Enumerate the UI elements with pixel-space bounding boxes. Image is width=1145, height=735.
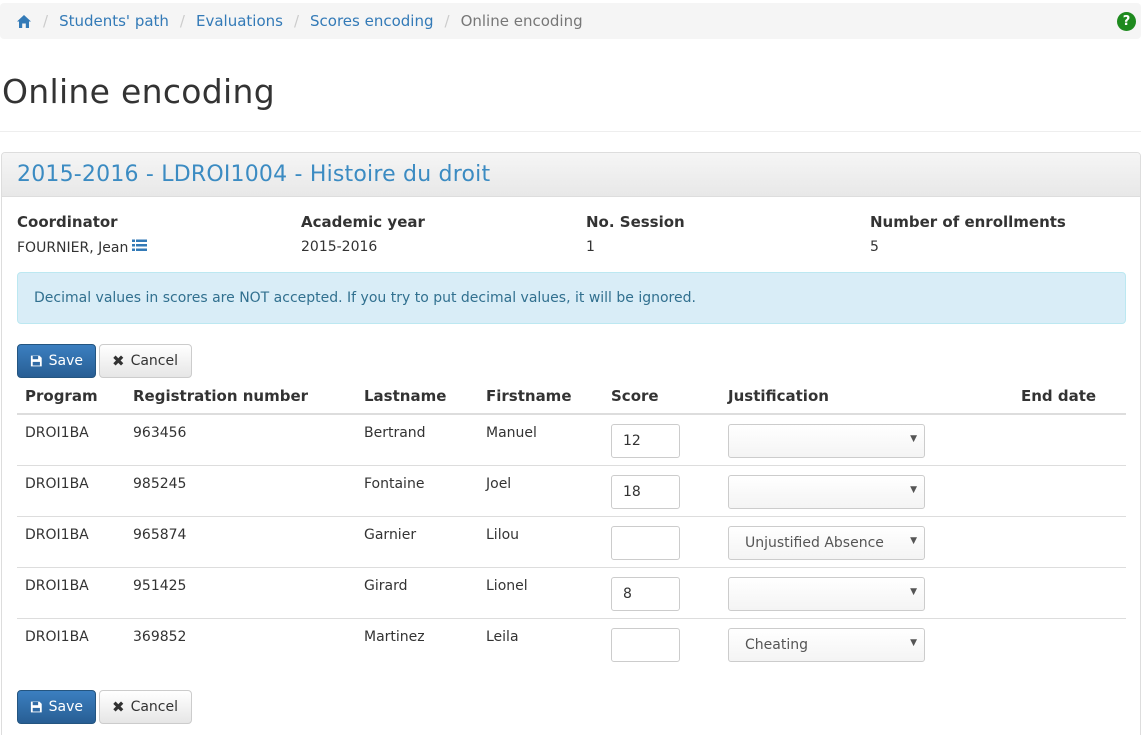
academic-year-label: Academic year bbox=[301, 213, 425, 231]
cell-lastname: Girard bbox=[364, 578, 408, 594]
header-firstname: Firstname bbox=[486, 387, 572, 405]
breadcrumb: / Students' path / Evaluations / Scores … bbox=[0, 3, 1141, 39]
justification-value: Cheating bbox=[745, 637, 808, 653]
cell-firstname: Leila bbox=[486, 629, 519, 645]
floppy-icon bbox=[30, 701, 42, 713]
cell-program: DROI1BA bbox=[25, 425, 89, 441]
table-row: DROI1BA 985245 Fontaine Joel ▼ bbox=[17, 466, 1126, 517]
cancel-button-label: Cancel bbox=[130, 699, 179, 715]
session-label: No. Session bbox=[586, 213, 685, 231]
close-icon: ✖ bbox=[112, 698, 125, 716]
score-input[interactable] bbox=[611, 628, 680, 662]
scores-table: Program Registration number Lastname Fir… bbox=[17, 375, 1126, 670]
enrollments-value: 5 bbox=[870, 239, 879, 255]
header-score: Score bbox=[611, 387, 659, 405]
cell-program: DROI1BA bbox=[25, 629, 89, 645]
session-value: 1 bbox=[586, 239, 595, 255]
panel-title: 2015-2016 - LDROI1004 - Histoire du droi… bbox=[17, 162, 491, 187]
breadcrumb-online-encoding: Online encoding bbox=[460, 12, 583, 30]
header-lastname: Lastname bbox=[364, 387, 447, 405]
home-icon[interactable] bbox=[16, 14, 32, 29]
cell-firstname: Joel bbox=[486, 476, 512, 492]
cell-firstname: Lilou bbox=[486, 527, 520, 543]
page: / Students' path / Evaluations / Scores … bbox=[0, 0, 1145, 735]
table-row: DROI1BA 951425 Girard Lionel ▼ bbox=[17, 568, 1126, 619]
coordinator-name: FOURNIER, Jean bbox=[17, 239, 129, 256]
caret-down-icon: ▼ bbox=[910, 536, 917, 546]
top-button-row: Save ✖ Cancel bbox=[17, 344, 192, 378]
page-title: Online encoding bbox=[2, 72, 275, 111]
header-justification: Justification bbox=[728, 387, 829, 405]
list-icon[interactable] bbox=[132, 239, 148, 256]
enrollments-label: Number of enrollments bbox=[870, 213, 1066, 231]
floppy-icon bbox=[30, 355, 42, 367]
table-header: Program Registration number Lastname Fir… bbox=[17, 375, 1126, 415]
encoding-panel: 2015-2016 - LDROI1004 - Histoire du droi… bbox=[1, 152, 1141, 735]
save-button[interactable]: Save bbox=[17, 690, 96, 724]
cell-program: DROI1BA bbox=[25, 527, 89, 543]
panel-heading: 2015-2016 - LDROI1004 - Histoire du droi… bbox=[2, 153, 1140, 197]
score-input[interactable] bbox=[611, 424, 680, 458]
cancel-button[interactable]: ✖ Cancel bbox=[99, 690, 192, 724]
coordinator-label: Coordinator bbox=[17, 213, 118, 231]
table-row: DROI1BA 369852 Martinez Leila Cheating ▼ bbox=[17, 619, 1126, 670]
breadcrumb-separator: / bbox=[444, 12, 450, 30]
cell-firstname: Lionel bbox=[486, 578, 528, 594]
breadcrumb-evaluations[interactable]: Evaluations bbox=[196, 12, 283, 30]
save-button-label: Save bbox=[48, 699, 83, 715]
score-input[interactable] bbox=[611, 577, 680, 611]
header-registration: Registration number bbox=[133, 387, 309, 405]
cell-registration: 985245 bbox=[133, 476, 187, 492]
cell-program: DROI1BA bbox=[25, 578, 89, 594]
breadcrumb-scores-encoding[interactable]: Scores encoding bbox=[310, 12, 433, 30]
bottom-button-row: Save ✖ Cancel bbox=[17, 690, 192, 724]
justification-select[interactable]: ▼ bbox=[728, 424, 925, 458]
caret-down-icon: ▼ bbox=[910, 434, 917, 444]
cell-program: DROI1BA bbox=[25, 476, 89, 492]
caret-down-icon: ▼ bbox=[910, 587, 917, 597]
save-button-label: Save bbox=[48, 353, 83, 369]
academic-year-value: 2015-2016 bbox=[301, 239, 378, 255]
title-divider bbox=[0, 131, 1141, 132]
coordinator-value: FOURNIER, Jean bbox=[17, 239, 148, 256]
help-icon[interactable]: ? bbox=[1117, 12, 1136, 31]
cancel-button-label: Cancel bbox=[130, 353, 179, 369]
score-input[interactable] bbox=[611, 526, 680, 560]
breadcrumb-separator: / bbox=[179, 12, 185, 30]
breadcrumb-students-path[interactable]: Students' path bbox=[59, 12, 169, 30]
cell-registration: 965874 bbox=[133, 527, 187, 543]
cell-registration: 369852 bbox=[133, 629, 187, 645]
breadcrumb-separator: / bbox=[293, 12, 300, 30]
score-input[interactable] bbox=[611, 475, 680, 509]
table-row: DROI1BA 965874 Garnier Lilou Unjustified… bbox=[17, 517, 1126, 568]
cell-registration: 951425 bbox=[133, 578, 187, 594]
header-program: Program bbox=[25, 387, 98, 405]
save-button[interactable]: Save bbox=[17, 344, 96, 378]
cell-lastname: Fontaine bbox=[364, 476, 425, 492]
justification-select[interactable]: Cheating ▼ bbox=[728, 628, 925, 662]
cell-firstname: Manuel bbox=[486, 425, 537, 441]
table-row: DROI1BA 963456 Bertrand Manuel ▼ bbox=[17, 415, 1126, 466]
cell-lastname: Bertrand bbox=[364, 425, 426, 441]
justification-select[interactable]: Unjustified Absence ▼ bbox=[728, 526, 925, 560]
caret-down-icon: ▼ bbox=[910, 485, 917, 495]
close-icon: ✖ bbox=[112, 352, 125, 370]
caret-down-icon: ▼ bbox=[910, 638, 917, 648]
decimal-info-alert: Decimal values in scores are NOT accepte… bbox=[17, 272, 1126, 324]
justification-value: Unjustified Absence bbox=[745, 535, 884, 551]
justification-select[interactable]: ▼ bbox=[728, 577, 925, 611]
justification-select[interactable]: ▼ bbox=[728, 475, 925, 509]
cancel-button[interactable]: ✖ Cancel bbox=[99, 344, 192, 378]
header-end-date: End date bbox=[1021, 387, 1097, 405]
breadcrumb-separator: / bbox=[43, 12, 49, 30]
cell-lastname: Garnier bbox=[364, 527, 417, 543]
cell-registration: 963456 bbox=[133, 425, 187, 441]
cell-lastname: Martinez bbox=[364, 629, 425, 645]
